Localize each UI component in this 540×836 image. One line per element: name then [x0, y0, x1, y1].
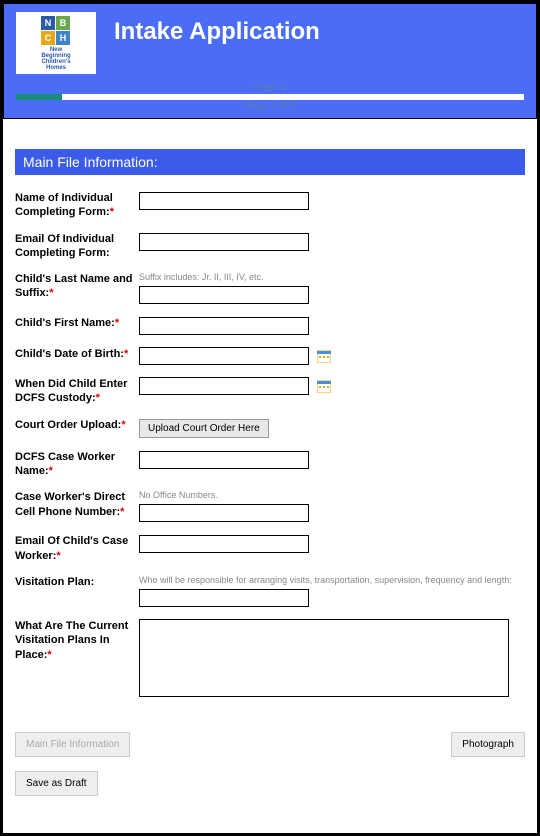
input-child-first[interactable]: [139, 317, 309, 335]
label-cw-cell: Case Worker's Direct Cell Phone Number:: [15, 491, 125, 517]
upload-court-order-button[interactable]: Upload Court Order Here: [139, 419, 269, 438]
label-court-upload: Court Order Upload:: [15, 419, 121, 431]
label-visitation-plan: Visitation Plan:: [15, 576, 94, 588]
label-cw-email: Email Of Child's Case Worker:: [15, 535, 128, 561]
calendar-icon[interactable]: [317, 379, 331, 393]
label-cw-name: DCFS Case Worker Name:: [15, 451, 115, 477]
textarea-visitation-current[interactable]: [139, 619, 509, 697]
save-draft-button[interactable]: Save as Draft: [15, 771, 98, 796]
progress-bar: [16, 94, 524, 100]
input-child-dob[interactable]: [139, 347, 309, 365]
prev-page-button[interactable]: Main File Information: [15, 732, 130, 757]
label-dcfs-entry: When Did Child Enter DCFS Custody:: [15, 378, 127, 404]
page-title: Intake Application: [114, 18, 320, 46]
calendar-icon[interactable]: [317, 349, 331, 363]
input-cw-cell[interactable]: [139, 504, 309, 522]
input-child-last[interactable]: [139, 286, 309, 304]
label-child-last: Child's Last Name and Suffix:: [15, 273, 133, 299]
hint-visitation-plan: Who will be responsible for arranging vi…: [139, 575, 525, 585]
hint-child-last: Suffix includes: Jr. II, III, IV, etc.: [139, 272, 525, 282]
label-name-completing: Name of Individual Completing Form:: [15, 192, 113, 218]
label-visitation-current: What Are The Current Visitation Plans In…: [15, 620, 128, 661]
label-child-dob: Child's Date of Birth:: [15, 348, 124, 360]
header: NBCH New Beginning Children's Homes Inta…: [3, 3, 537, 119]
logo: NBCH New Beginning Children's Homes: [16, 12, 96, 74]
input-cw-email[interactable]: [139, 535, 309, 553]
input-email-completing[interactable]: [139, 233, 309, 251]
progress-label-top: Page 1: [16, 82, 524, 93]
progress-label-bottom: Page 1 of 8: [16, 101, 524, 112]
section-header: Main File Information:: [15, 149, 525, 175]
next-page-button[interactable]: Photograph: [451, 732, 525, 757]
input-dcfs-entry[interactable]: [139, 377, 309, 395]
input-cw-name[interactable]: [139, 451, 309, 469]
input-visitation-plan[interactable]: [139, 589, 309, 607]
progress-bar-area: Page 1 Page 1 of 8: [16, 82, 524, 112]
input-name-completing[interactable]: [139, 192, 309, 210]
label-child-first: Child's First Name:: [15, 317, 115, 329]
hint-cw-cell: No Office Numbers.: [139, 490, 525, 500]
label-email-completing: Email Of Individual Completing Form:: [15, 233, 114, 259]
